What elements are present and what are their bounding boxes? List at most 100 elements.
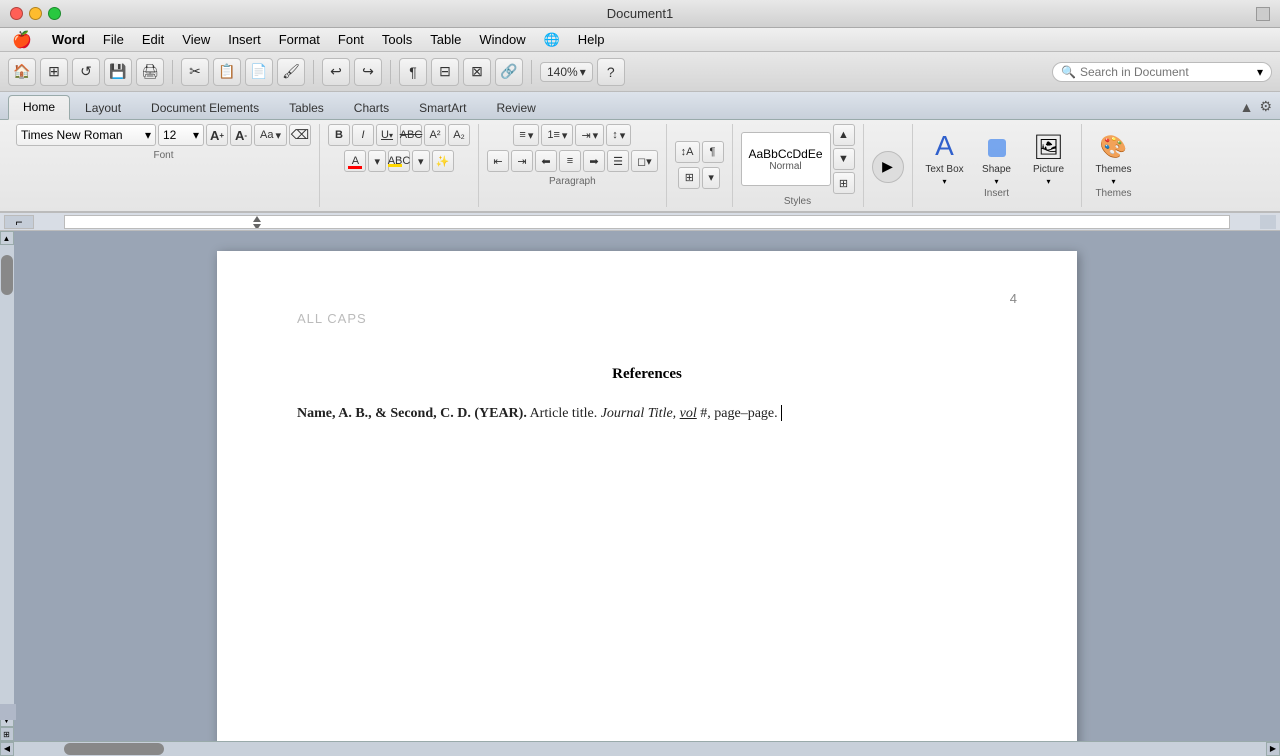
tab-charts[interactable]: Charts <box>339 96 404 120</box>
toolbar-link-btn[interactable]: 🔗 <box>495 58 523 86</box>
styles-more-btn[interactable]: ⊞ <box>833 172 855 194</box>
styles-preview[interactable]: AaBbCcDdEe Normal <box>741 132 831 186</box>
font-family-select[interactable]: Times New Roman ▾ <box>16 124 156 146</box>
toolbar-undo-btn[interactable]: ↩ <box>322 58 350 86</box>
menu-edit[interactable]: Edit <box>134 30 172 49</box>
font-increase-btn[interactable]: A+ <box>206 124 228 146</box>
reference-line[interactable]: Name, A. B., & Second, C. D. (YEAR). Art… <box>297 403 997 425</box>
menu-help[interactable]: 🌐 <box>536 30 568 50</box>
pilcrow-btn[interactable]: ¶ <box>702 141 724 163</box>
ribbon-settings-icon[interactable]: ⚙ <box>1259 98 1272 115</box>
insert-picture-btn[interactable]: 🖼 Picture ▾ <box>1025 132 1073 186</box>
hscroll-thumb[interactable] <box>64 743 164 755</box>
align-dropdown-btn[interactable]: ▾ <box>702 167 720 189</box>
menu-help-label[interactable]: Help <box>570 30 613 49</box>
hscroll-track[interactable] <box>14 742 1266 756</box>
decrease-indent-btn[interactable]: ⇤ <box>487 150 509 172</box>
toolbar-pilcrow-btn[interactable]: ¶ <box>399 58 427 86</box>
scrollbar-horizontal[interactable]: ◀ ▶ <box>0 741 1280 755</box>
toolbar-copy-btn[interactable]: 📋 <box>213 58 241 86</box>
scrollbar-vertical[interactable]: ▲ ▼ ⊞ <box>0 231 14 741</box>
menu-view[interactable]: View <box>174 30 218 49</box>
font-color-btn[interactable]: A <box>344 150 366 172</box>
menu-font[interactable]: Font <box>330 30 372 49</box>
superscript-btn[interactable]: A² <box>424 124 446 146</box>
minimize-button[interactable] <box>29 7 42 20</box>
highlight-btn[interactable]: ABC <box>388 150 410 172</box>
search-input[interactable] <box>1080 65 1253 79</box>
font-decrease-btn[interactable]: A- <box>230 124 252 146</box>
tab-home[interactable]: Home <box>8 95 70 120</box>
increase-indent-btn[interactable]: ⇥ <box>511 150 533 172</box>
insert-textbox-btn[interactable]: A Text Box ▾ <box>921 132 969 186</box>
toolbar-refresh-btn[interactable]: ↺ <box>72 58 100 86</box>
strikethrough-btn[interactable]: ABC <box>400 124 422 146</box>
menu-file[interactable]: File <box>95 30 132 49</box>
spacing-btn[interactable]: ↕▾ <box>606 124 631 146</box>
font-size-select[interactable]: 12 ▾ <box>158 124 204 146</box>
page-area[interactable]: 4 ALL CAPS References Name, A. B., & Sec… <box>14 231 1280 741</box>
toolbar-print-btn[interactable]: 🖨 <box>136 58 164 86</box>
scroll-bottom-btn[interactable]: ⊞ <box>0 727 14 741</box>
maximize-button[interactable] <box>48 7 61 20</box>
bold-btn[interactable]: B <box>328 124 350 146</box>
menu-table[interactable]: Table <box>422 30 469 49</box>
zoom-display[interactable]: 140% ▾ <box>540 62 593 82</box>
menu-format[interactable]: Format <box>271 30 328 49</box>
toolbar-format-painter-btn[interactable]: 🖌 <box>277 58 305 86</box>
toolbar-save-btn[interactable]: 💾 <box>104 58 132 86</box>
font-color-arrow[interactable]: ▾ <box>368 150 386 172</box>
sort-btn[interactable]: ↕A <box>675 141 700 163</box>
themes-btn[interactable]: 🎨 Themes ▾ <box>1090 132 1138 186</box>
menu-window[interactable]: Window <box>471 30 533 49</box>
clear-format-btn[interactable]: ⌫ <box>289 124 311 146</box>
toolbar-paste-btn[interactable]: 📄 <box>245 58 273 86</box>
tab-review[interactable]: Review <box>481 96 550 120</box>
toolbar-cut-btn[interactable]: ✂ <box>181 58 209 86</box>
align-distribute-btn[interactable]: ⊞ <box>678 167 700 189</box>
insert-shape-btn[interactable]: Shape ▾ <box>973 132 1021 186</box>
tab-layout[interactable]: Layout <box>70 96 136 120</box>
close-button[interactable] <box>10 7 23 20</box>
menu-insert[interactable]: Insert <box>220 30 269 49</box>
styles-play-btn[interactable]: ▶ <box>872 151 904 183</box>
scroll-track[interactable] <box>0 245 14 713</box>
toolbar-layout-btn[interactable]: ⊟ <box>431 58 459 86</box>
scroll-up-btn[interactable]: ▲ <box>0 231 14 245</box>
subscript-btn[interactable]: A₂ <box>448 124 470 146</box>
references-heading[interactable]: References <box>297 366 997 383</box>
apple-menu[interactable]: 🍎 <box>6 30 38 50</box>
numbering-btn[interactable]: 1≡▾ <box>541 124 573 146</box>
italic-btn[interactable]: I <box>352 124 374 146</box>
hscroll-left-btn[interactable]: ◀ <box>0 742 14 756</box>
toolbar-cols-btn[interactable]: ⊠ <box>463 58 491 86</box>
underline-btn[interactable]: U▾ <box>376 124 398 146</box>
case-btn[interactable]: Aa▾ <box>254 124 287 146</box>
highlight-arrow[interactable]: ▾ <box>412 150 430 172</box>
shading-btn[interactable]: ◻▾ <box>631 150 658 172</box>
hscroll-right-btn[interactable]: ▶ <box>1266 742 1280 756</box>
effects-btn[interactable]: ✨ <box>432 150 454 172</box>
align-left-btn[interactable]: ⬅ <box>535 150 557 172</box>
bullets-btn[interactable]: ≡▾ <box>513 124 539 146</box>
tab-document-elements[interactable]: Document Elements <box>136 96 274 120</box>
tab-tables[interactable]: Tables <box>274 96 339 120</box>
scroll-thumb[interactable] <box>1 255 13 295</box>
search-toolbar[interactable]: 🔍 ▾ <box>1052 62 1272 82</box>
menu-tools[interactable]: Tools <box>374 30 420 49</box>
styles-down-btn[interactable]: ▼ <box>833 148 855 170</box>
window-resize[interactable] <box>1256 7 1270 21</box>
menu-word[interactable]: Word <box>44 30 93 49</box>
align-right-btn[interactable]: ➡ <box>583 150 605 172</box>
ruler-corner[interactable]: ⌐ <box>4 215 34 229</box>
toolbar-help-btn[interactable]: ? <box>597 58 625 86</box>
tab-smartart[interactable]: SmartArt <box>404 96 481 120</box>
toolbar-open-btn[interactable]: ⊞ <box>40 58 68 86</box>
indent-btn[interactable]: ⇥▾ <box>575 124 604 146</box>
styles-up-btn[interactable]: ▲ <box>833 124 855 146</box>
ribbon-up-arrow[interactable]: ▲ <box>1240 99 1254 115</box>
toolbar-new-btn[interactable]: 🏠 <box>8 58 36 86</box>
toolbar-redo-btn[interactable]: ↪ <box>354 58 382 86</box>
align-center-btn[interactable]: ≡ <box>559 150 581 172</box>
ruler-indent-marker[interactable] <box>253 216 261 229</box>
